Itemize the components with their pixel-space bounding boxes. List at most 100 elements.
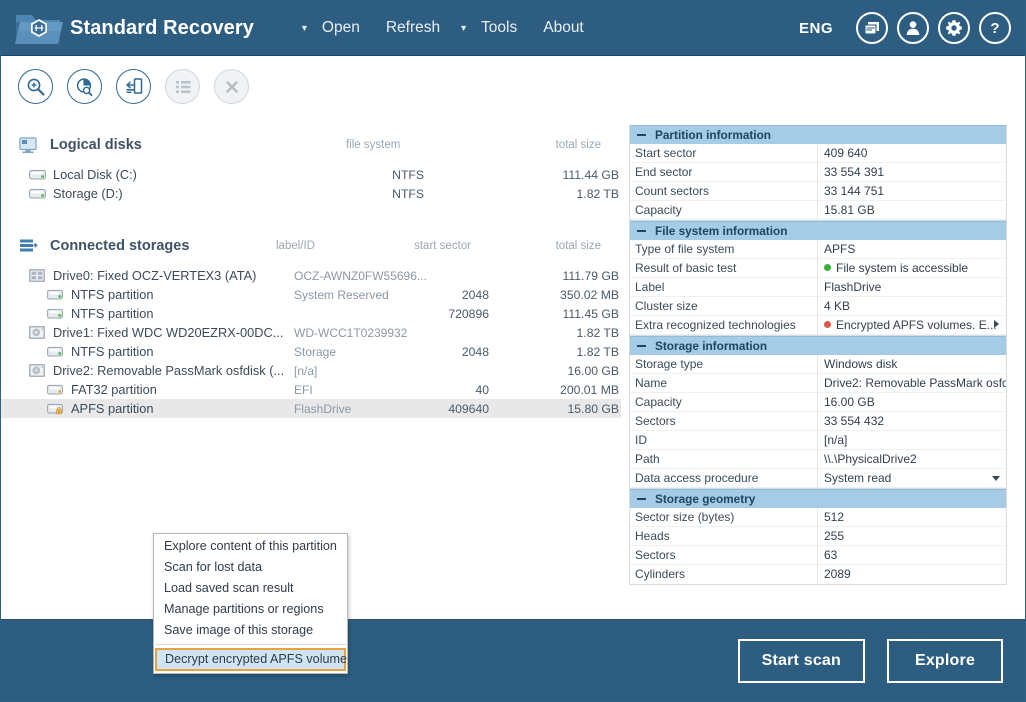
list-item[interactable]: Local Disk (C:) NTFS 111.44 GB xyxy=(19,165,621,184)
info-row[interactable]: Data access procedure System read xyxy=(630,468,1006,488)
status-dot-ok xyxy=(824,263,831,271)
table-cell-size: 111.79 GB xyxy=(562,268,619,283)
info-row: Cluster size 4 KB xyxy=(630,296,1006,316)
menu-item-about[interactable]: About xyxy=(530,15,597,41)
partition-green-icon xyxy=(45,308,65,320)
info-key: Data access procedure xyxy=(630,468,818,488)
info-value: 4 KB xyxy=(824,298,851,313)
table-cell-label: EFI xyxy=(294,382,313,397)
panel-header-storage-geometry[interactable]: Storage geometry xyxy=(630,489,1006,508)
table-row[interactable]: NTFS partition Storage 2048 1.82 TB xyxy=(19,342,621,361)
find-magnifier-icon[interactable] xyxy=(18,69,53,104)
cell-total-size: 111.44 GB xyxy=(562,167,619,182)
chevron-right-icon[interactable] xyxy=(994,319,999,328)
context-menu-item-explore[interactable]: Explore content of this partition xyxy=(154,536,347,557)
info-value-with-status[interactable]: Encrypted APFS volumes. E... xyxy=(818,316,1006,335)
table-row[interactable]: Drive2: Removable PassMark osfdisk (... … xyxy=(19,361,621,380)
tools-caret-icon[interactable]: ▼ xyxy=(453,23,468,33)
table-row[interactable]: FAT32 partition EFI 40 200.01 MB xyxy=(19,380,621,399)
table-row[interactable]: Drive1: Fixed WDC WD20EZRX-00DC... WD-WC… xyxy=(19,323,621,342)
panel-header-storage-information[interactable]: Storage information xyxy=(630,336,1006,355)
table-cell-size: 111.45 GB xyxy=(562,306,619,321)
info-key: Cluster size xyxy=(630,296,818,316)
table-cell-size: 15.80 GB xyxy=(567,401,620,416)
panel-title: Storage information xyxy=(655,338,768,353)
panel-header-file-system-information[interactable]: File system information xyxy=(630,221,1006,240)
open-caret-icon[interactable]: ▼ xyxy=(294,23,309,33)
table-cell-label: FlashDrive xyxy=(294,401,352,416)
ssd-icon xyxy=(27,269,47,282)
info-value: 33 144 751 xyxy=(824,183,885,198)
header-actions: ENG ? xyxy=(799,12,1011,44)
data-access-procedure-select[interactable]: System read xyxy=(818,469,1006,488)
collapse-icon[interactable] xyxy=(637,230,646,232)
windows-cards-icon[interactable] xyxy=(856,12,888,44)
context-menu-item-save-image[interactable]: Save image of this storage xyxy=(154,620,347,641)
info-key: Result of basic test xyxy=(630,258,818,278)
info-key: Count sectors xyxy=(630,181,818,201)
collapse-icon[interactable] xyxy=(637,498,646,500)
info-key: ID xyxy=(630,430,818,450)
context-menu-item-scan[interactable]: Scan for lost data xyxy=(154,557,347,578)
info-key: Cylinders xyxy=(630,565,818,584)
info-key: Extra recognized technologies xyxy=(630,315,818,335)
save-image-icon[interactable] xyxy=(116,69,151,104)
info-row: Heads 255 xyxy=(630,526,1006,546)
info-value: 63 xyxy=(824,547,838,562)
gear-icon[interactable] xyxy=(938,12,970,44)
menu-item-tools[interactable]: Tools xyxy=(468,15,530,41)
info-row: Storage type Windows disk xyxy=(630,354,1006,374)
panel-header-partition-information[interactable]: Partition information xyxy=(630,125,1006,144)
info-row: Start sector 409 640 xyxy=(630,143,1006,163)
info-key: Storage type xyxy=(630,354,818,374)
chevron-down-icon[interactable] xyxy=(992,475,1000,481)
info-row: Type of file system APFS xyxy=(630,239,1006,259)
info-value: FlashDrive xyxy=(824,279,882,294)
info-value-with-status: File system is accessible xyxy=(818,259,1006,278)
list-item[interactable]: Storage (D:) NTFS 1.82 TB xyxy=(19,184,621,203)
group-title-logical-disks: Logical disks xyxy=(50,137,142,153)
table-cell-start: 409640 xyxy=(448,401,489,416)
group-title-connected-storages: Connected storages xyxy=(50,238,190,254)
info-row[interactable]: Extra recognized technologies Encrypted … xyxy=(630,315,1006,335)
table-row[interactable]: Drive0: Fixed OCZ-VERTEX3 (ATA) OCZ-AWNZ… xyxy=(19,266,621,285)
disk-scan-icon[interactable] xyxy=(67,69,102,104)
help-icon[interactable]: ? xyxy=(979,12,1011,44)
info-value: [n/a] xyxy=(824,432,848,447)
panel-title: Partition information xyxy=(655,127,771,142)
info-key: Name xyxy=(630,373,818,393)
explore-button[interactable]: Explore xyxy=(887,638,1003,683)
context-menu-item-decrypt-apfs[interactable]: Decrypt encrypted APFS volume xyxy=(155,648,347,671)
info-value: Windows disk xyxy=(824,356,898,371)
drive-green-icon xyxy=(27,169,47,181)
table-cell-label: [n/a] xyxy=(294,363,318,378)
menu-item-refresh[interactable]: Refresh xyxy=(373,15,453,41)
table-row-selected[interactable]: APFS partition FlashDrive 409640 15.80 G… xyxy=(1,399,621,418)
user-icon[interactable] xyxy=(897,12,929,44)
table-row[interactable]: NTFS partition 720896 111.45 GB xyxy=(19,304,621,323)
info-key: End sector xyxy=(630,162,818,182)
info-value: APFS xyxy=(824,241,856,256)
context-menu-item-manage-partitions[interactable]: Manage partitions or regions xyxy=(154,599,347,620)
table-cell-size: 1.82 TB xyxy=(576,344,619,359)
group-logical-disks[interactable]: Logical disks file system total size xyxy=(19,132,621,158)
menu-item-open[interactable]: Open xyxy=(309,15,373,41)
collapse-icon[interactable] xyxy=(637,345,646,347)
hdd-icon xyxy=(27,364,47,377)
cell-file-system: NTFS xyxy=(392,186,424,201)
language-selector[interactable]: ENG xyxy=(799,20,833,37)
context-menu-item-load-scan[interactable]: Load saved scan result xyxy=(154,578,347,599)
app-header: Standard Recovery ▼ Open Refresh ▼ Tools… xyxy=(1,1,1025,56)
table-cell-label: Storage xyxy=(294,344,337,359)
collapse-icon[interactable] xyxy=(637,134,646,136)
cell-file-system: NTFS xyxy=(392,167,424,182)
info-row: Count sectors 33 144 751 xyxy=(630,181,1006,201)
start-scan-button[interactable]: Start scan xyxy=(737,638,865,683)
info-key: Type of file system xyxy=(630,239,818,259)
table-cell-label: System Reserved xyxy=(294,287,389,302)
table-cell-start: 2048 xyxy=(461,287,489,302)
group-connected-storages[interactable]: Connected storages label/ID start sector… xyxy=(19,233,621,259)
table-row[interactable]: NTFS partition System Reserved 2048 350.… xyxy=(19,285,621,304)
table-cell-size: 350.02 MB xyxy=(560,287,619,302)
info-row: Capacity 16.00 GB xyxy=(630,392,1006,412)
